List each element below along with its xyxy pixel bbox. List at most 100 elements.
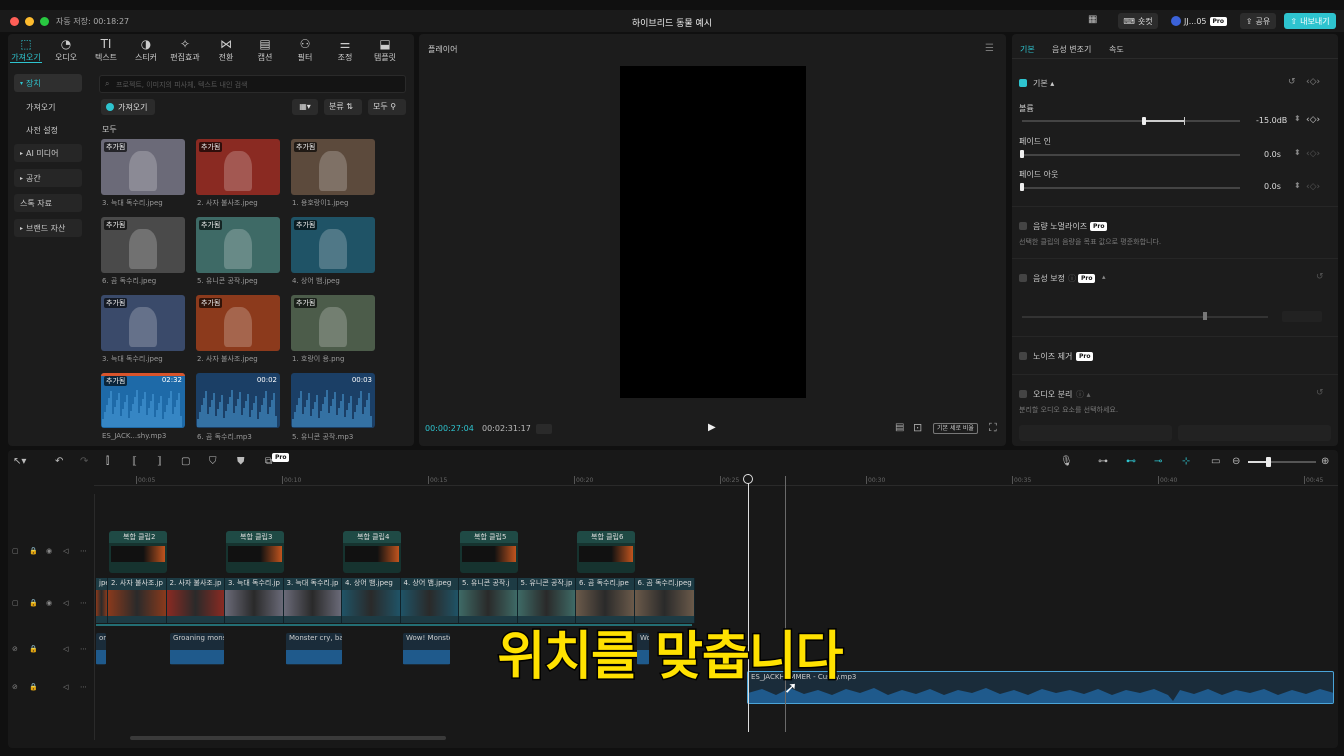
fadeout-value[interactable]: 0.0s [1264,182,1281,191]
sidebar-item[interactable]: ▸ 공간 [14,169,82,187]
track-toggle-icon[interactable]: ▢ [12,599,19,607]
sidebar-item[interactable]: 가져오기 [14,98,82,116]
enhance-reset-icon[interactable]: ↺ [1316,272,1324,282]
compound-clip[interactable]: 복합 클립5 [460,531,518,573]
undo-icon[interactable]: ↶ [55,456,63,467]
track-toggle-icon[interactable]: ⊘ [12,645,18,653]
video-clip[interactable]: 6. 곰 독수리.jpe [576,578,635,623]
view-mode-button[interactable]: ▦▾ [292,99,318,115]
fadeout-keyframe-icon[interactable]: ‹◇› [1306,182,1320,192]
video-clip[interactable]: 3. 늑대 독수리.jp [283,578,342,623]
lock-icon[interactable]: 🔒 [29,683,38,691]
player-menu-icon[interactable]: ☰ [985,43,994,54]
more-icon[interactable]: ⋯ [80,645,87,653]
toolbar-import-tab[interactable]: ⬚ 가져오기 [8,36,44,63]
magnet-icon[interactable]: ⊷ [1126,456,1136,467]
export-button[interactable]: ⇧ 내보내기 [1284,13,1336,29]
audio-clip[interactable]: Monster cry, ba [286,633,342,665]
zoom-knob[interactable] [1266,457,1271,467]
redo-icon[interactable]: ↷ [80,456,88,467]
shortcut-button[interactable]: ⌨ 숏컷 [1118,13,1158,29]
lock-icon[interactable]: 🔒 [29,599,38,607]
layout-icon[interactable]: ▦ [1088,14,1097,25]
compound-clip[interactable]: 복합 클립4 [343,531,401,573]
preview-canvas[interactable] [620,66,806,398]
audio-clip[interactable]: Wow! Monste [403,633,450,665]
shield-icon[interactable]: ⛊ [237,456,245,467]
reset-icon[interactable]: ↺ [1288,77,1296,87]
toolbar-adjust-tab[interactable]: ⚌ 조정 [327,36,363,63]
import-button[interactable]: 가져오기 [101,99,155,115]
user-menu[interactable]: JJ...05 Pro [1164,13,1234,29]
more-icon[interactable]: ⋯ [80,683,87,691]
delete-icon[interactable]: ▢ [181,456,190,467]
separate-option-vocal[interactable] [1019,425,1172,441]
toolbar-template-tab[interactable]: ⬓ 템플릿 [367,36,403,63]
video-clip[interactable]: jpeg [96,578,108,623]
video-clip[interactable]: 6. 곰 독수리.jpeg [634,578,695,623]
eye-icon[interactable]: ◉ [46,547,52,555]
media-thumbnail[interactable]: 추가됨 [101,217,185,273]
share-button[interactable]: ⇪ 공유 [1240,13,1276,29]
fadeout-stepper[interactable]: ⬍ [1294,181,1301,190]
timecode-toggle[interactable] [536,424,552,434]
toolbar-caption-tab[interactable]: ▤ 캡션 [247,36,283,63]
media-thumbnail[interactable]: 추가됨 [101,139,185,195]
audio-clip[interactable]: Wow [637,633,649,665]
separate-option-background[interactable] [1178,425,1331,441]
video-clip[interactable]: 2. 사자 불사조.jp [108,578,167,623]
microphone-icon[interactable]: 🎙 [1060,456,1073,467]
fullscreen-icon[interactable]: ⛶ [989,421,997,435]
split-right-icon[interactable]: ⟧ [157,456,162,467]
horizontal-scrollbar[interactable] [130,736,446,740]
separate-checkbox[interactable] [1019,390,1027,398]
info-icon[interactable]: ⓘ ▴ [1076,389,1091,400]
sort-button[interactable]: 분류 ⇅ [324,99,362,115]
track-toggle-icon[interactable]: ⊘ [12,683,18,691]
more-icon[interactable]: ⋯ [80,599,87,607]
mute-icon[interactable]: ◁ [63,547,68,555]
toolbar-audio-tab[interactable]: ◔ 오디오 [48,36,84,63]
sidebar-item[interactable]: ▾ 장치 [14,74,82,92]
close-window-button[interactable] [10,17,19,26]
media-thumbnail[interactable]: 00:02 [196,373,280,428]
fadein-stepper[interactable]: ⬍ [1294,148,1301,157]
compound-clip[interactable]: 복합 클립2 [109,531,167,573]
media-thumbnail[interactable]: 추가됨 [196,139,280,195]
mute-icon[interactable]: ◁ [63,683,68,691]
lock-icon[interactable]: 🔒 [29,547,38,555]
props-tab[interactable]: 속도 [1109,44,1124,55]
video-clip[interactable]: 3. 늑대 독수리.jp [225,578,284,623]
enhance-collapse-icon[interactable]: ▴ [1102,273,1106,281]
track-toggle-icon[interactable]: ▢ [12,547,19,555]
volume-keyframe-icon[interactable]: ‹◇› [1306,115,1320,125]
fadein-slider[interactable] [1022,154,1240,156]
audio-clip[interactable]: onst [96,633,106,665]
media-thumbnail[interactable]: 00:03 [291,373,375,428]
fadeout-knob[interactable] [1020,183,1024,191]
sidebar-item[interactable]: ▸ 브랜드 자산 [14,219,82,237]
media-thumbnail[interactable]: 02:32 추가됨 [101,373,185,428]
noise-checkbox[interactable] [1019,352,1027,360]
volume-slider[interactable] [1022,120,1240,122]
compound-clip[interactable]: 복합 클립6 [577,531,635,573]
aspect-ratio-button[interactable]: 기본 세로 비율 [933,423,978,434]
media-thumbnail[interactable]: 추가됨 [291,139,375,195]
media-search[interactable]: ⌕ 프로젝트, 이미지의 피사체, 텍스트 내인 검색 [99,75,406,93]
keyframe-icon[interactable]: ‹◇› [1306,77,1320,87]
fadeout-slider[interactable] [1022,187,1240,189]
link-icon[interactable]: ⊶ [1098,456,1108,467]
toolbar-sticker-tab[interactable]: ◑ 스티커 [128,36,164,63]
mute-icon[interactable]: ◁ [63,599,68,607]
fadein-value[interactable]: 0.0s [1264,150,1281,159]
filter-button[interactable]: 모두 ⚲ [368,99,406,115]
snap-icon[interactable]: ⊸ [1154,456,1162,467]
zoom-in-icon[interactable]: ⊕ [1321,456,1329,467]
audio-clip[interactable]: Groaning mons [170,633,224,665]
props-tab[interactable]: 음성 변조기 [1052,44,1091,55]
lock-icon[interactable]: 🔒 [29,645,38,653]
video-clip[interactable]: 4. 상어 뱀.jpeg [342,578,401,623]
split-left-icon[interactable]: ⟦ [132,456,137,467]
eye-icon[interactable]: ◉ [46,599,52,607]
compound-clip[interactable]: 복합 클립3 [226,531,284,573]
